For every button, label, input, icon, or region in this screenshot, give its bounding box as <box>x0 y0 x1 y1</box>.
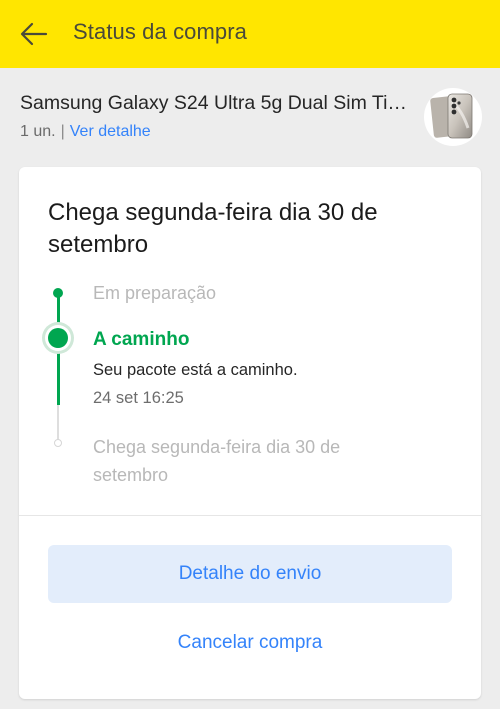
product-summary: Samsung Galaxy S24 Ultra 5g Dual Sim Tit… <box>0 68 500 168</box>
cancel-purchase-button[interactable]: Cancelar compra <box>48 619 452 667</box>
step-on-the-way-time: 24 set 16:25 <box>93 389 184 407</box>
step-on-the-way-label: A caminho <box>93 329 190 350</box>
shipping-detail-button[interactable]: Detalhe do envio <box>48 545 452 603</box>
step-pending-dot <box>54 439 62 447</box>
card-divider <box>19 515 481 516</box>
phone-thumbnail-icon <box>430 93 473 139</box>
step-arrival-label: Chega segunda-feira dia 30 de setembro <box>93 437 341 485</box>
page-title: Status da compra <box>73 19 248 44</box>
product-name: Samsung Galaxy S24 Ultra 5g Dual Sim Tit… <box>20 92 412 114</box>
arrow-left-icon <box>20 22 48 46</box>
shipment-card: Chega segunda-feira dia 30 de setembro E… <box>19 167 481 699</box>
product-thumbnail[interactable] <box>424 88 482 146</box>
step-current-dot <box>48 328 68 348</box>
back-button[interactable] <box>14 16 54 52</box>
view-detail-link[interactable]: Ver detalhe <box>70 123 151 140</box>
product-meta: 1 un. | Ver detalhe <box>20 123 151 141</box>
timeline-progress-line <box>57 293 60 405</box>
step-preparing-label: Em preparação <box>93 283 217 303</box>
product-quantity: 1 un. <box>20 123 56 140</box>
step-done-dot <box>53 288 63 298</box>
app-header: Status da compra <box>0 0 500 68</box>
timeline-pending-line <box>57 405 59 441</box>
step-on-the-way-description: Seu pacote está a caminho. <box>93 361 298 379</box>
shipment-timeline: Em preparação A caminho Seu pacote está … <box>19 167 481 507</box>
meta-separator: | <box>60 123 65 140</box>
